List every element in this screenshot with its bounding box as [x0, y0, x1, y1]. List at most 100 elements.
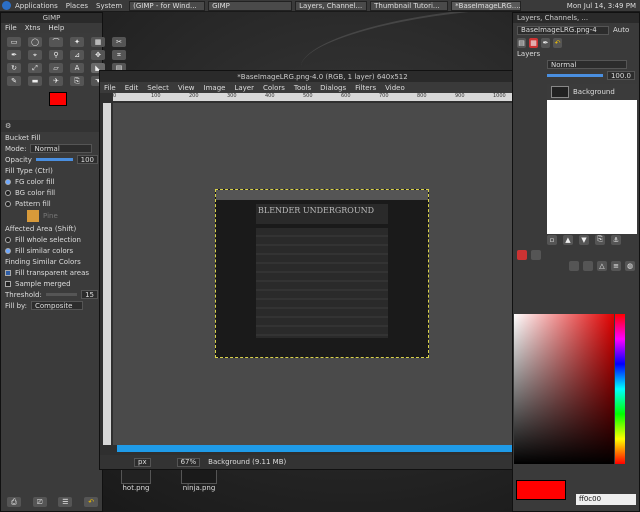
task-baseimage[interactable]: *BaseImageLRG....	[451, 0, 522, 11]
eraser-icon[interactable]: ▬	[28, 76, 42, 86]
image-menu-view[interactable]: View	[178, 84, 195, 92]
auto-button[interactable]: Auto	[613, 26, 629, 34]
layers-tab-icon[interactable]: ▤	[517, 37, 526, 48]
clock[interactable]: Mon Jul 14, 3:49 PM	[563, 2, 640, 10]
fill-whole-radio[interactable]	[5, 236, 11, 243]
image-menu-filters[interactable]: Filters	[355, 84, 376, 92]
toolbox-menu-help[interactable]: Help	[48, 24, 64, 32]
image-menu-select[interactable]: Select	[147, 84, 169, 92]
layer-row-background[interactable]: Background	[547, 84, 637, 100]
save-options-icon[interactable]: ⎙	[6, 497, 21, 507]
layer-opacity-slider[interactable]	[547, 74, 603, 77]
cmyk-icon[interactable]	[583, 260, 593, 271]
fill-similar-radio[interactable]	[5, 247, 11, 254]
image-menu-edit[interactable]: Edit	[125, 84, 139, 92]
sample-merged-checkbox[interactable]	[5, 280, 11, 287]
menu-places[interactable]: Places	[62, 2, 92, 10]
lower-layer-icon[interactable]: ▼	[579, 234, 589, 245]
image-menu-image[interactable]: Image	[204, 84, 226, 92]
opacity-slider[interactable]	[35, 158, 73, 161]
toolbox-menubar: File Xtns Help	[1, 23, 102, 33]
image-menu-dialogs[interactable]: Dialogs	[320, 84, 346, 92]
toolbox-menu-file[interactable]: File	[5, 24, 17, 32]
color-select-icon[interactable]: ▦	[91, 37, 105, 47]
horizontal-ruler[interactable]: 0 100 200 300 400 500 600 700 800 900 1000	[113, 93, 543, 101]
fg-color-swatch[interactable]	[49, 92, 67, 106]
zoom-icon[interactable]: ⚲	[49, 50, 63, 60]
measure-icon[interactable]: ⊿	[70, 50, 84, 60]
color-tab-icon[interactable]	[517, 249, 527, 260]
undo-tab-icon[interactable]: ↶	[553, 37, 562, 48]
layer-mode-select[interactable]: Normal	[547, 60, 627, 69]
menu-applications[interactable]: Applications	[11, 2, 62, 10]
ellipse-select-icon[interactable]: ◯	[28, 37, 42, 47]
bg-fill-radio[interactable]	[5, 189, 11, 196]
toolbox-menu-xtns[interactable]: Xtns	[25, 24, 41, 32]
color-picker-icon[interactable]: ⌖	[28, 50, 42, 60]
image-menu-file[interactable]: File	[104, 84, 116, 92]
opacity-value[interactable]: 100	[76, 155, 98, 164]
vertical-ruler[interactable]	[103, 103, 111, 445]
scale-icon[interactable]: ⤢	[28, 63, 42, 73]
fill-by-select[interactable]: Composite	[31, 301, 84, 310]
horizontal-scrollbar[interactable]	[117, 445, 528, 452]
menu-system[interactable]: System	[92, 2, 126, 10]
raise-layer-icon[interactable]: ▲	[563, 234, 573, 245]
new-layer-icon[interactable]: ▫	[547, 234, 557, 245]
opacity-label: Opacity	[5, 155, 32, 164]
airbrush-icon[interactable]: ✈	[49, 76, 63, 86]
duplicate-layer-icon[interactable]: ⎘	[595, 234, 605, 245]
clone-icon[interactable]: ⎘	[70, 76, 84, 86]
pattern-fill-radio[interactable]	[5, 200, 11, 207]
image-menu-layer[interactable]: Layer	[234, 84, 254, 92]
fill-transparent-checkbox[interactable]	[5, 269, 11, 276]
layer-opacity-value[interactable]: 100.0	[606, 71, 635, 80]
paths-tab-icon[interactable]: ✒	[541, 37, 550, 48]
hex-color-field[interactable]: ff0c00	[576, 494, 636, 505]
task-gimp-windows[interactable]: (GIMP - for Wind...	[129, 0, 206, 11]
gimp-color-icon[interactable]	[569, 260, 579, 271]
tool-options-tab[interactable]: ⚙	[1, 120, 102, 132]
image-menu-colors[interactable]: Colors	[263, 84, 285, 92]
text-icon[interactable]: A	[70, 63, 84, 73]
fuzzy-select-icon[interactable]: ✦	[70, 37, 84, 47]
task-thumbnail[interactable]: Thumbnail Tutori...	[370, 0, 449, 11]
task-layers[interactable]: Layers, Channel...	[295, 0, 368, 11]
lasso-icon[interactable]: ⌒	[49, 37, 63, 47]
pattern-preview[interactable]	[27, 210, 39, 222]
image-select[interactable]: BaseImageLRG.png-4	[517, 25, 609, 35]
hue-strip[interactable]	[615, 314, 625, 464]
mode-select[interactable]: Normal	[30, 144, 93, 153]
rect-select-icon[interactable]: ▭	[7, 37, 21, 47]
watercolor-icon[interactable]: ◍	[625, 260, 635, 271]
pattern-name: Pine	[43, 212, 58, 220]
unit-select[interactable]: px	[134, 457, 151, 467]
channels-tab-icon[interactable]: ▦	[529, 37, 538, 48]
fill-whole-label: Fill whole selection	[15, 235, 81, 244]
scissors-icon[interactable]: ✂	[112, 37, 126, 47]
paths-icon[interactable]: ✒	[7, 50, 21, 60]
pencil-icon[interactable]: ✎	[7, 76, 21, 86]
fg-fill-radio[interactable]	[5, 178, 11, 185]
delete-options-icon[interactable]: ☰	[58, 497, 73, 507]
crop-icon[interactable]: ⌗	[112, 50, 126, 60]
rotate-icon[interactable]: ↻	[7, 63, 21, 73]
threshold-slider[interactable]	[45, 293, 78, 296]
restore-options-icon[interactable]: ⎚	[32, 497, 47, 507]
reset-options-icon[interactable]: ↶	[84, 497, 99, 507]
image-menu-video[interactable]: Video	[385, 84, 405, 92]
threshold-value[interactable]: 15	[81, 290, 98, 299]
scales-icon[interactable]: ≡	[611, 260, 621, 271]
distro-logo-icon[interactable]	[2, 1, 11, 10]
image-menu-tools[interactable]: Tools	[294, 84, 311, 92]
zoom-select[interactable]: 67%	[176, 457, 201, 467]
shear-icon[interactable]: ▱	[49, 63, 63, 73]
color-gradient-picker[interactable]	[514, 314, 614, 464]
fg-color-preview[interactable]	[516, 480, 566, 500]
move-icon[interactable]: ✥	[91, 50, 105, 60]
anchor-layer-icon[interactable]: ⚓	[611, 234, 621, 245]
task-gimp[interactable]: GIMP	[208, 0, 293, 11]
canvas-image[interactable]: BLENDER UNDERGROUND	[215, 189, 429, 358]
palette-tab-icon[interactable]	[531, 249, 541, 260]
triangle-icon[interactable]: △	[597, 260, 607, 271]
